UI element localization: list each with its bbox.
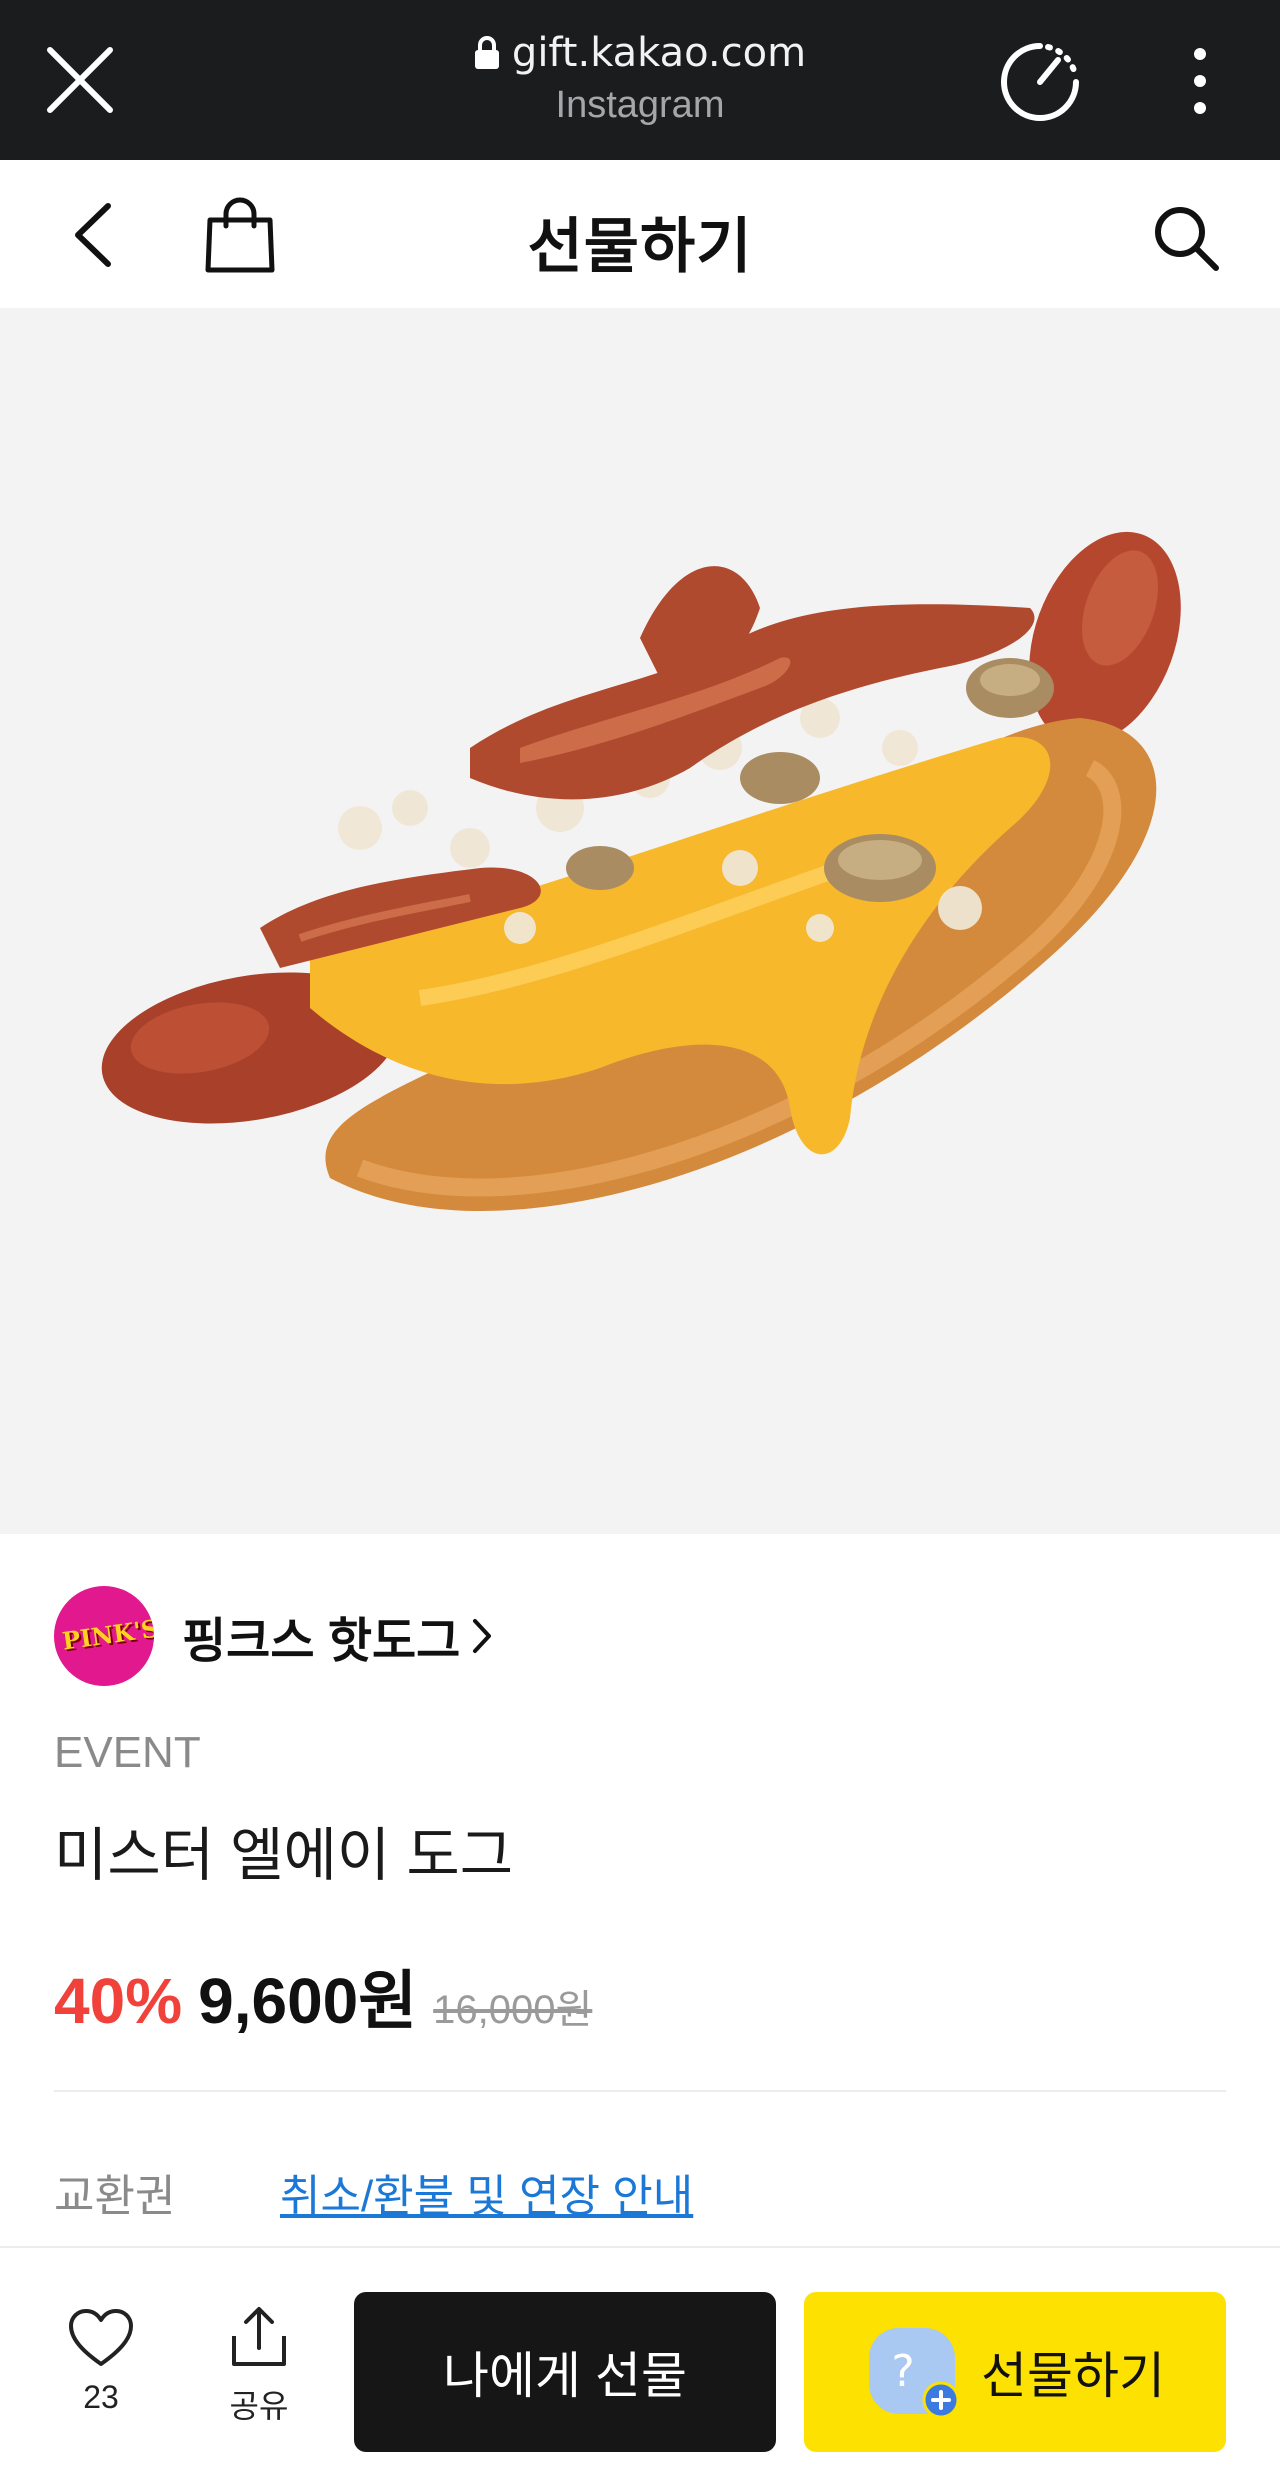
like-button[interactable]: 23 bbox=[56, 2308, 146, 2416]
search-icon[interactable] bbox=[1150, 202, 1222, 274]
gift-button-label: 선물하기 bbox=[981, 2348, 1165, 2404]
url-domain-text: gift.kakao.com bbox=[511, 30, 807, 76]
gift-friend-icon: ? bbox=[869, 2328, 960, 2419]
brand-name[interactable]: 핑크스 핫도그 bbox=[182, 1601, 494, 1671]
svg-text:?: ? bbox=[891, 2346, 914, 2397]
url-domain: gift.kakao.com bbox=[474, 30, 806, 76]
refund-info-link[interactable]: 취소/환불 및 연장 안내 bbox=[280, 2160, 693, 2224]
url-area[interactable]: gift.kakao.com Instagram bbox=[0, 30, 1280, 127]
share-icon bbox=[232, 2307, 286, 2366]
product-name: 미스터 엘에이 도그 bbox=[54, 1823, 514, 1888]
more-menu-icon[interactable] bbox=[1180, 46, 1220, 116]
chevron-right-icon bbox=[473, 1619, 492, 1653]
like-count: 23 bbox=[83, 2379, 119, 2415]
url-source: Instagram bbox=[555, 84, 725, 126]
event-label: EVENT bbox=[54, 1728, 201, 1777]
price-row: 40% 9,600원 16,000원 bbox=[54, 1950, 592, 2042]
browser-bar: gift.kakao.com Instagram bbox=[0, 0, 1280, 160]
discount-rate: 40% bbox=[54, 1965, 183, 2037]
gift-to-self-button[interactable]: 나에게 선물 bbox=[354, 2292, 776, 2452]
share-label: 공유 bbox=[229, 2388, 289, 2424]
brand-name-text: 핑크스 핫도그 bbox=[182, 1615, 461, 1668]
speedometer-icon[interactable] bbox=[998, 40, 1082, 124]
original-price: 16,000원 bbox=[433, 1988, 593, 2032]
app-header: 선물하기 bbox=[0, 160, 1280, 308]
product-image bbox=[0, 308, 1280, 1534]
page-title: 선물하기 bbox=[527, 213, 753, 280]
lock-icon bbox=[474, 36, 499, 69]
brand-logo: PINK'S bbox=[54, 1586, 154, 1686]
brand-logo-text: PINK'S bbox=[60, 1613, 154, 1656]
voucher-label: 교환권 bbox=[54, 2172, 176, 2221]
hotdog-photo bbox=[101, 531, 1181, 1211]
gift-button[interactable]: ? 선물하기 bbox=[804, 2292, 1226, 2452]
brand-row[interactable]: PINK'S 핑크스 핫도그 bbox=[54, 1586, 494, 1686]
heart-icon bbox=[69, 2309, 133, 2366]
sale-price: 9,600원 bbox=[198, 1965, 418, 2037]
share-button[interactable]: 공유 bbox=[214, 2304, 304, 2427]
divider bbox=[54, 2090, 1226, 2092]
bottom-action-bar: 23 공유 나에게 선물 ? 선물하기 bbox=[0, 2246, 1280, 2489]
